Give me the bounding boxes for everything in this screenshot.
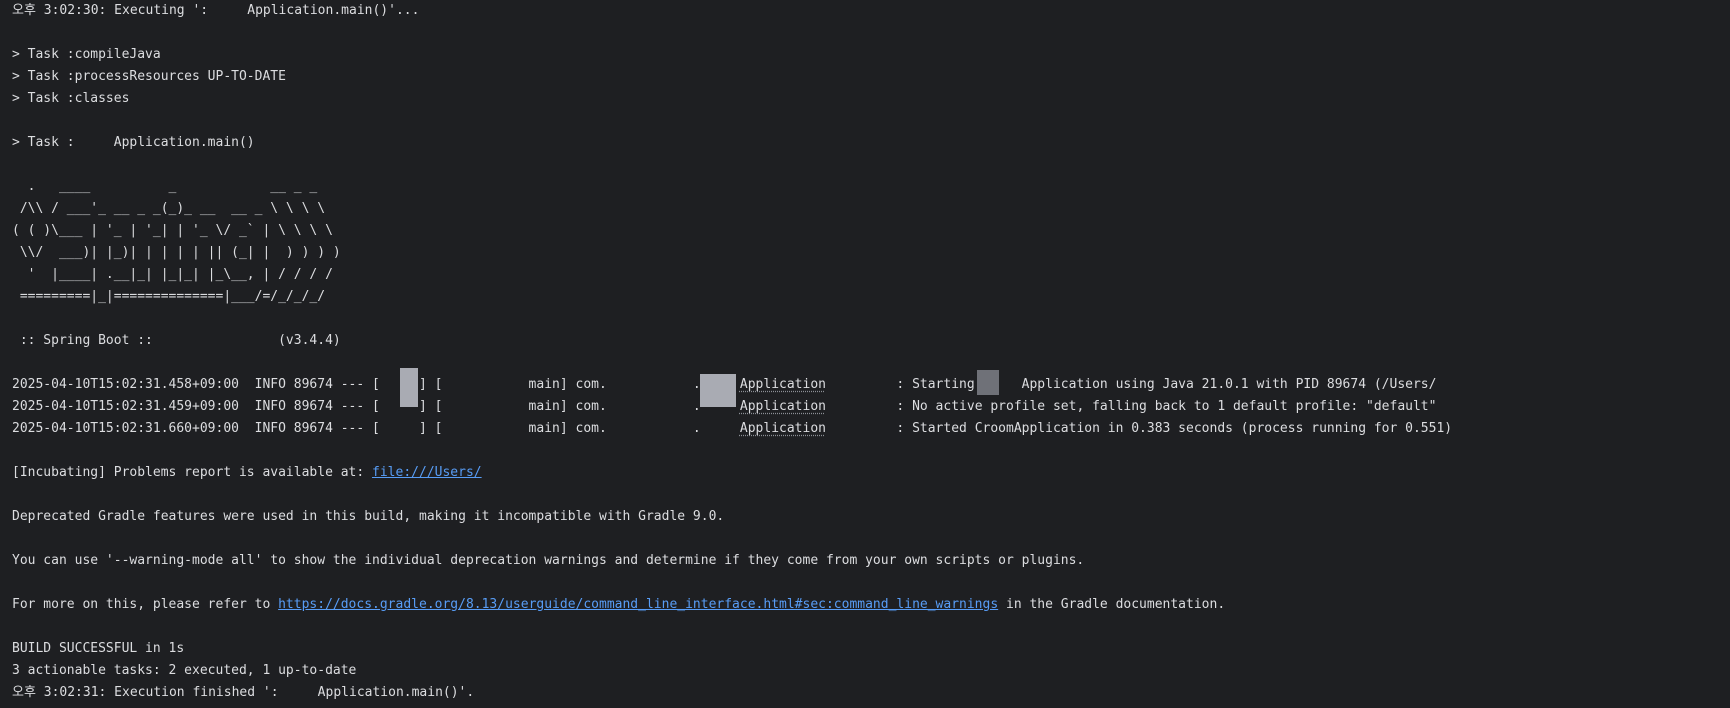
log-line-profile: 2025-04-10T15:02:31.459+09:00 INFO 89674… — [12, 396, 1718, 418]
redaction-block — [400, 368, 418, 407]
banner-line: /\\ / ___'_ __ _ _(_)_ __ __ _ \ \ \ \ — [12, 201, 326, 216]
task-line-process-resources: > Task :processResources UP-TO-DATE — [12, 69, 286, 84]
redaction-block — [700, 374, 736, 407]
task-line-application-main: > Task : Application.main() — [12, 135, 255, 150]
problems-report-text: [Incubating] Problems report is availabl… — [12, 465, 373, 480]
problems-report-link[interactable]: file:///Users/ — [372, 465, 482, 480]
build-result-line: BUILD SUCCESSFUL in 1s — [12, 641, 185, 656]
deprecated-features-line: Deprecated Gradle features were used in … — [12, 509, 725, 524]
execution-start-line: 오후 3:02:30: Executing ': Application.mai… — [12, 3, 420, 18]
log-message: : No active profile set, falling back to… — [825, 399, 1437, 414]
execution-finished-line: 오후 3:02:31: Execution finished ': Applic… — [12, 685, 475, 700]
banner-line: ( ( )\___ | '_ | '_| | '_ \/ _` | \ \ \ … — [12, 223, 333, 238]
redaction-block — [977, 370, 999, 395]
warning-mode-line: You can use '--warning-mode all' to show… — [12, 553, 1085, 568]
more-info-text: For more on this, please refer to — [12, 597, 279, 612]
banner-line: =========|_|==============|___/=/_/_/_/ — [12, 289, 326, 304]
log-prefix: 2025-04-10T15:02:31.458+09:00 INFO 89674… — [12, 377, 740, 392]
banner-line: . ____ _ __ _ _ — [12, 179, 318, 194]
log-prefix: 2025-04-10T15:02:31.459+09:00 INFO 89674… — [12, 399, 740, 414]
problems-report-line: [Incubating] Problems report is availabl… — [12, 462, 1718, 484]
spring-boot-version-line: :: Spring Boot :: (v3.4.4) — [12, 333, 341, 348]
more-info-suffix: in the Gradle documentation. — [998, 597, 1226, 612]
banner-line: \\/ ___)| |_)| | | | | || (_| | ) ) ) ) — [12, 245, 341, 260]
log-class-link[interactable]: Application — [740, 421, 826, 436]
task-line-classes: > Task :classes — [12, 91, 130, 106]
gradle-docs-link[interactable]: https://docs.gradle.org/8.13/userguide/c… — [278, 597, 998, 612]
task-line-compile-java: > Task :compileJava — [12, 47, 161, 62]
actionable-tasks-line: 3 actionable tasks: 2 executed, 1 up-to-… — [12, 663, 357, 678]
run-console-output[interactable]: 오후 3:02:30: Executing ': Application.mai… — [0, 0, 1730, 708]
log-message: : Starting Application using Java 21.0.1… — [825, 377, 1437, 392]
log-class-link[interactable]: Application — [740, 377, 826, 392]
spring-boot-ascii-banner: . ____ _ __ _ _ /\\ / ___'_ __ _ _(_)_ _… — [12, 176, 1718, 308]
log-class-link[interactable]: Application — [740, 399, 826, 414]
more-info-line: For more on this, please refer to https:… — [12, 594, 1718, 616]
log-line-starting: 2025-04-10T15:02:31.458+09:00 INFO 89674… — [12, 374, 1718, 396]
log-prefix: 2025-04-10T15:02:31.660+09:00 INFO 89674… — [12, 421, 740, 436]
log-message: : Started CroomApplication in 0.383 seco… — [825, 421, 1453, 436]
banner-line: ' |____| .__|_| |_|_| |_\__, | / / / / — [12, 267, 333, 282]
log-line-started: 2025-04-10T15:02:31.660+09:00 INFO 89674… — [12, 418, 1718, 440]
